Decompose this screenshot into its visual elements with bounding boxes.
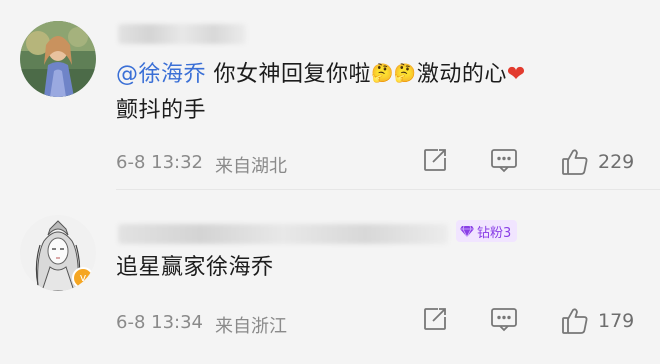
username-blurred[interactable] bbox=[118, 24, 246, 44]
comment-item: @徐海乔 你女神回复你啦🤔🤔激动的心❤ 颤抖的手 6-8 13:32 来自湖北 … bbox=[0, 0, 660, 190]
fan-badge[interactable]: 钻粉3 bbox=[456, 220, 518, 242]
share-icon bbox=[424, 308, 446, 330]
reply-icon bbox=[491, 149, 517, 173]
like-icon bbox=[562, 308, 588, 334]
comment-text-line2: 颤抖的手 bbox=[116, 98, 207, 123]
comment-text: @徐海乔 你女神回复你啦🤔🤔激动的心❤ 颤抖的手 bbox=[116, 56, 636, 129]
username-blurred[interactable] bbox=[118, 224, 448, 244]
like-icon bbox=[562, 149, 588, 175]
fan-badge-label: 钻粉3 bbox=[477, 225, 512, 241]
avatar[interactable]: v bbox=[20, 215, 96, 291]
red-heart-emoji: ❤ bbox=[506, 62, 526, 87]
location: 来自湖北 bbox=[215, 156, 287, 177]
mention-link[interactable]: @徐海乔 bbox=[116, 62, 206, 87]
diamond-icon bbox=[460, 225, 474, 237]
comment-text-main: 你女神回复你啦 bbox=[206, 62, 372, 87]
location: 来自浙江 bbox=[215, 316, 287, 337]
thinking-face-emoji: 🤔🤔 bbox=[371, 63, 417, 84]
like-button[interactable]: 229 bbox=[560, 147, 634, 177]
share-button[interactable] bbox=[422, 147, 448, 177]
comment-text-tail: 激动的心 bbox=[416, 62, 507, 87]
vip-badge-icon: v bbox=[72, 267, 94, 289]
comment-meta: 6-8 13:32 来自湖北 bbox=[116, 152, 287, 178]
share-button[interactable] bbox=[422, 306, 448, 336]
timestamp: 6-8 13:34 bbox=[116, 312, 203, 333]
share-icon bbox=[424, 149, 446, 171]
avatar[interactable] bbox=[20, 21, 96, 97]
comment-item: v 钻粉3 追星赢家徐海乔 6-8 13:34 来自浙江 179 bbox=[0, 205, 660, 364]
reply-icon bbox=[491, 308, 517, 332]
timestamp: 6-8 13:32 bbox=[116, 152, 203, 173]
reply-button[interactable] bbox=[490, 147, 518, 177]
comment-meta: 6-8 13:34 来自浙江 bbox=[116, 312, 287, 338]
like-count: 179 bbox=[598, 310, 635, 332]
comment-text: 追星赢家徐海乔 bbox=[116, 255, 274, 280]
divider bbox=[116, 189, 660, 190]
reply-button[interactable] bbox=[490, 306, 518, 336]
like-count: 229 bbox=[598, 151, 635, 173]
like-button[interactable]: 179 bbox=[560, 306, 634, 336]
